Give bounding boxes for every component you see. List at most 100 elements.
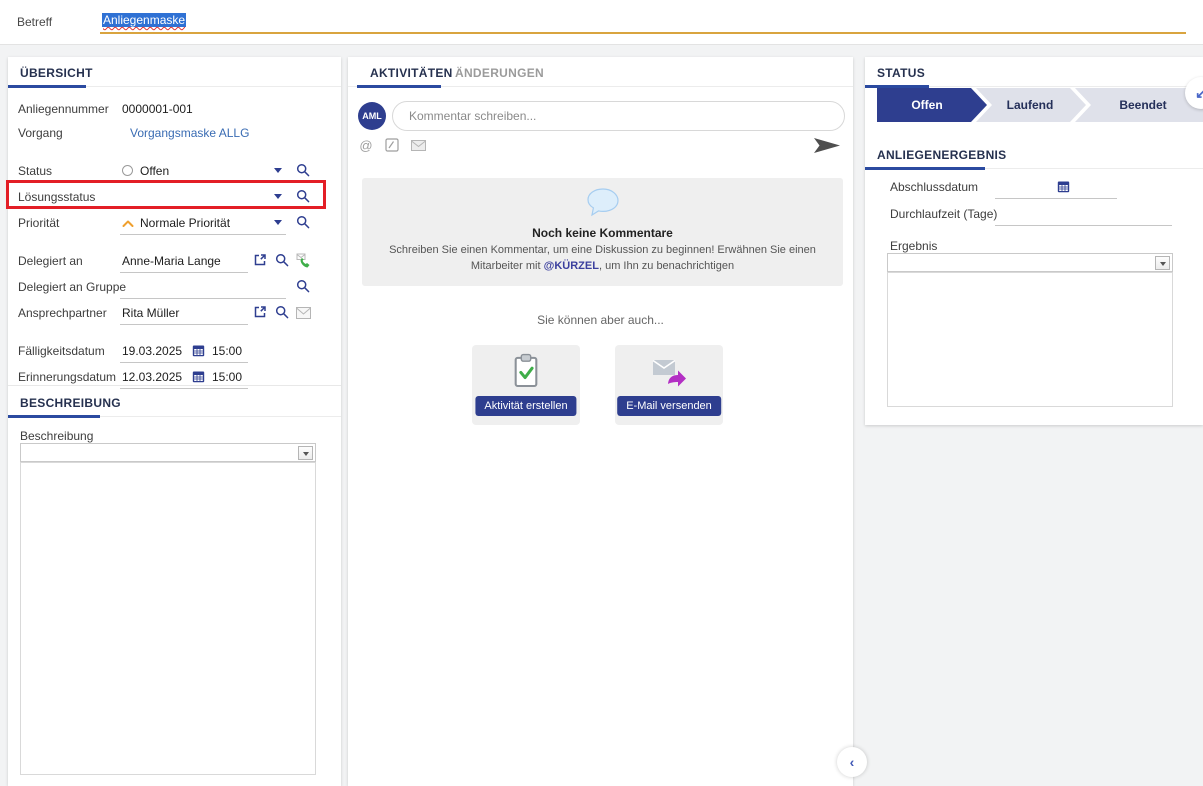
delegiert-an-gruppe-search-icon[interactable] (296, 279, 312, 295)
ergebnis-combobox[interactable] (887, 253, 1173, 272)
ergebnis-textarea[interactable] (887, 272, 1173, 407)
faelligkeitsdatum-label: Fälligkeitsdatum (18, 344, 105, 358)
delegiert-an-value: Anne-Maria Lange (122, 254, 221, 268)
no-comments-box: Noch keine Kommentare Schreiben Sie eine… (362, 178, 843, 286)
status-label: Status (18, 164, 52, 178)
create-activity-button[interactable]: Aktivität erstellen (475, 396, 576, 416)
activities-tabbar: AKTIVITÄTEN ÄNDERUNGEN (348, 57, 853, 87)
ansprechpartner-mail-icon[interactable] (296, 307, 312, 323)
ansprechpartner-field[interactable]: Rita Müller (120, 301, 248, 325)
ansprechpartner-label: Ansprechpartner (18, 306, 107, 320)
section-divider (8, 385, 341, 386)
field-row-vorgang: Vorgang Vorgangsmaske ALLG (8, 121, 341, 147)
subject-bar: Betreff Anliegenmaske (0, 0, 1203, 45)
status-value: Offen (140, 164, 169, 178)
comment-input[interactable] (392, 101, 845, 131)
overview-title: ÜBERSICHT (20, 66, 93, 80)
send-email-card[interactable]: E-Mail versenden (615, 345, 723, 425)
field-row-prioritaet: Priorität Normale Priorität (8, 211, 341, 237)
activities-panel: AKTIVITÄTEN ÄNDERUNGEN AML @ Noch keine … (348, 57, 853, 786)
anliegennummer-value: 0000001-001 (122, 102, 193, 116)
prioritaet-field[interactable]: Normale Priorität (120, 211, 286, 235)
chevron-left-icon: ‹ (850, 754, 855, 770)
also-text: Sie können aber auch... (348, 313, 853, 327)
beschreibung-label: Beschreibung (20, 429, 93, 443)
composer-toolbar: @ (358, 137, 426, 153)
mention-tag: @KÜRZEL (544, 260, 599, 272)
status-dropdown-icon[interactable] (274, 168, 282, 173)
durchlaufzeit-label: Durchlaufzeit (Tage) (890, 207, 997, 221)
tab-aktivitaeten[interactable]: AKTIVITÄTEN (370, 66, 453, 80)
delegiert-an-call-icon[interactable] (296, 253, 312, 269)
prioritaet-dropdown-icon[interactable] (274, 220, 282, 225)
betreff-label: Betreff (17, 15, 52, 29)
field-row-loesungsstatus: Lösungsstatus (8, 185, 341, 211)
abschlussdatum-calendar-icon[interactable] (1057, 180, 1073, 196)
field-row-anliegennummer: Anliegennummer 0000001-001 (8, 97, 341, 123)
tab-aenderungen[interactable]: ÄNDERUNGEN (455, 66, 544, 80)
delegiert-an-open-icon[interactable] (253, 253, 269, 269)
field-row-faelligkeitsdatum: Fälligkeitsdatum 19.03.2025 15:00 (8, 339, 341, 365)
result-section-title: ANLIEGENERGEBNIS (877, 148, 1006, 162)
app-window: { "topbar": { "label": "Betreff", "value… (0, 0, 1203, 786)
ansprechpartner-search-icon[interactable] (275, 305, 291, 321)
delegiert-an-search-icon[interactable] (275, 253, 291, 269)
overview-panel: ÜBERSICHT Anliegennummer 0000001-001 Vor… (8, 57, 341, 786)
mail-forward-icon (615, 357, 723, 387)
status-search-icon[interactable] (296, 163, 312, 179)
beschreibung-combobox[interactable] (20, 443, 316, 462)
faelligkeitsdatum-field[interactable]: 19.03.2025 15:00 (120, 339, 248, 363)
ergebnis-dropdown-icon[interactable] (1155, 256, 1170, 270)
field-row-delegiert-an: Delegiert an Anne-Maria Lange (8, 249, 341, 275)
overview-header: ÜBERSICHT (8, 57, 341, 87)
beschreibung-header: BESCHREIBUNG (8, 387, 341, 417)
beschreibung-dropdown-icon[interactable] (298, 446, 313, 460)
erinnerungsdatum-calendar-icon[interactable] (192, 370, 208, 386)
mention-icon[interactable]: @ (358, 137, 374, 153)
status-field[interactable]: Offen (120, 159, 286, 183)
ergebnis-label: Ergebnis (890, 239, 937, 253)
delegiert-an-field[interactable]: Anne-Maria Lange (120, 249, 248, 273)
vorgang-label: Vorgang (18, 126, 63, 140)
create-activity-card[interactable]: Aktivität erstellen (472, 345, 580, 425)
prioritaet-label: Priorität (18, 216, 59, 230)
abschlussdatum-field[interactable] (995, 175, 1117, 199)
durchlaufzeit-field[interactable] (995, 202, 1172, 226)
speech-bubble-icon (362, 187, 843, 224)
erinnerungsdatum-time: 15:00 (212, 370, 242, 384)
faelligkeitsdatum-calendar-icon[interactable] (192, 344, 208, 360)
beschreibung-textarea[interactable] (20, 462, 316, 775)
prioritaet-value: Normale Priorität (140, 216, 230, 230)
no-comments-title: Noch keine Kommentare (362, 226, 843, 240)
ansprechpartner-value: Rita Müller (122, 306, 179, 320)
send-comment-icon[interactable] (813, 137, 841, 154)
field-row-abschlussdatum: Abschlussdatum (865, 175, 1203, 201)
ansprechpartner-open-icon[interactable] (253, 305, 269, 321)
loesungsstatus-search-icon[interactable] (296, 189, 312, 205)
avatar: AML (358, 102, 386, 130)
status-panel: STATUS Offen Laufend Beendet ↙ ANLIEGENE… (865, 57, 1203, 425)
erinnerungsdatum-label: Erinnerungsdatum (18, 370, 116, 384)
faelligkeitsdatum-time: 15:00 (212, 344, 242, 358)
loesungsstatus-dropdown-icon[interactable] (274, 194, 282, 199)
faelligkeitsdatum-date: 19.03.2025 (122, 344, 182, 358)
status-step-offen[interactable]: Offen (877, 88, 987, 122)
loesungsstatus-label: Lösungsstatus (18, 190, 95, 204)
delegiert-an-gruppe-field[interactable] (120, 275, 286, 299)
send-email-button[interactable]: E-Mail versenden (617, 396, 721, 416)
prioritaet-search-icon[interactable] (296, 215, 312, 231)
betreff-input[interactable]: Anliegenmaske (100, 8, 1186, 34)
collapse-panel-button[interactable]: ‹ (837, 747, 867, 777)
priority-normal-icon (122, 217, 134, 231)
loesungsstatus-field[interactable] (120, 185, 286, 209)
result-header: ANLIEGENERGEBNIS (865, 139, 1203, 169)
beschreibung-title-underline (8, 415, 100, 418)
status-step-laufend[interactable]: Laufend (976, 88, 1086, 122)
erinnerungsdatum-date: 12.03.2025 (122, 370, 182, 384)
vorgang-link[interactable]: Vorgangsmaske ALLG (130, 126, 249, 140)
mail-icon[interactable] (410, 137, 426, 153)
status-step-bar: Offen Laufend Beendet (877, 88, 1203, 122)
note-icon[interactable] (384, 137, 400, 153)
status-radio-icon[interactable] (122, 165, 133, 176)
status-step-beendet[interactable]: Beendet (1075, 88, 1203, 122)
